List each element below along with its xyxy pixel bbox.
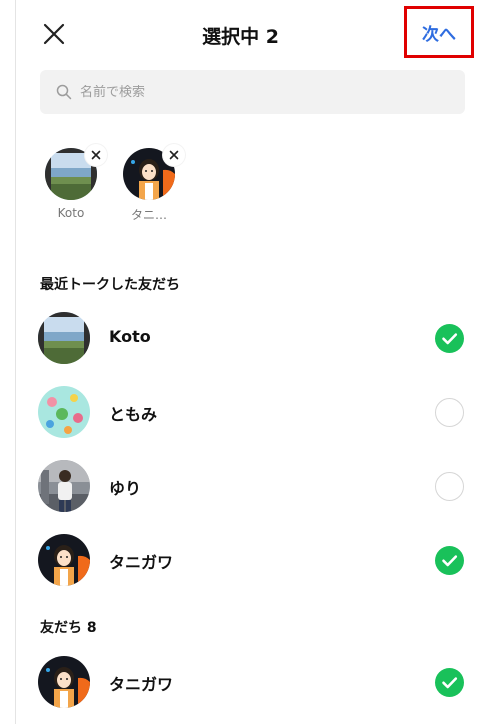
friend-name: ゆり (109, 479, 142, 498)
avatar (38, 656, 90, 708)
close-icon (91, 150, 101, 160)
next-button[interactable]: 次へ (404, 6, 474, 58)
friend-row[interactable]: タニガワ (24, 525, 474, 595)
selected-chip-name: Koto (57, 206, 85, 220)
selected-chip-name: タニ… (130, 208, 167, 222)
search-input[interactable] (80, 84, 440, 100)
friend-row[interactable]: ともみ (24, 377, 474, 447)
section-title-friends: 友だち 8 (40, 620, 97, 636)
remove-chip-button[interactable] (85, 144, 107, 166)
friend-name: タニガワ (109, 675, 174, 694)
friend-row[interactable]: ゆり (24, 451, 474, 521)
unchecked-checkbox[interactable] (435, 472, 464, 501)
next-button-label: 次へ (422, 24, 456, 45)
avatar (38, 534, 90, 586)
friend-name: タニガワ (109, 553, 174, 572)
checked-checkbox[interactable] (435, 324, 464, 353)
avatar (38, 312, 90, 364)
close-icon (169, 150, 179, 160)
section-title-recent: 最近トークした友だち (40, 277, 180, 293)
avatar (38, 386, 90, 438)
checkmark-icon (435, 324, 464, 353)
remove-chip-button[interactable] (163, 144, 185, 166)
avatar (38, 460, 90, 512)
checked-checkbox[interactable] (435, 668, 464, 697)
checkmark-icon (435, 546, 464, 575)
friend-row[interactable]: タニガワ (24, 647, 474, 717)
friend-row[interactable]: Koto (24, 303, 474, 373)
friend-name: ともみ (109, 405, 158, 424)
unchecked-checkbox[interactable] (435, 398, 464, 427)
search-bar[interactable] (40, 70, 465, 114)
friend-name: Koto (109, 327, 151, 346)
header: 選択中 2 次へ (0, 0, 481, 66)
checked-checkbox[interactable] (435, 546, 464, 575)
search-icon (56, 84, 72, 100)
checkmark-icon (435, 668, 464, 697)
left-border (15, 0, 16, 724)
